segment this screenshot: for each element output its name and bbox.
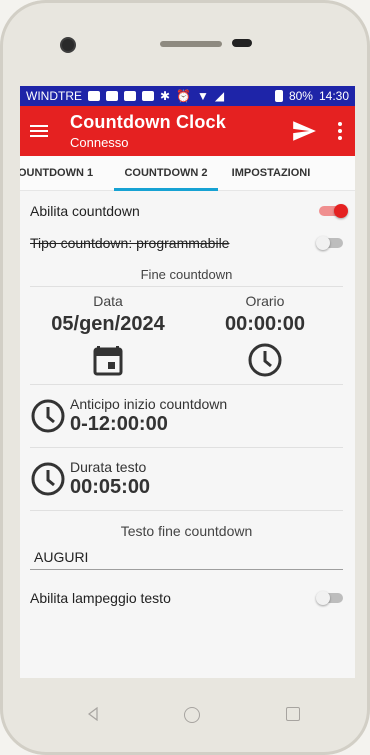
send-icon[interactable] — [291, 118, 317, 144]
wifi-icon: ▼ — [197, 89, 209, 103]
hamburger-menu-icon[interactable] — [30, 124, 50, 138]
cell-signal-icon: ◢ — [214, 89, 225, 103]
tab-label: COUNTDOWN 2 — [124, 167, 208, 179]
clock-icon — [31, 399, 65, 433]
abilita-countdown-label: Abilita countdown — [30, 203, 140, 219]
durata-row[interactable]: Durata testo 00:05:00 — [30, 448, 343, 511]
battery-percent: 80% — [288, 89, 313, 103]
signal-icon — [106, 91, 118, 101]
notification-icon — [142, 91, 154, 101]
testo-fine-input[interactable]: AUGURI — [30, 549, 343, 570]
front-camera — [62, 39, 74, 51]
clock-icon[interactable] — [247, 342, 283, 378]
time-value[interactable]: 00:00:00 — [225, 313, 305, 336]
alarm-icon: ⏰ — [176, 89, 192, 103]
recents-nav-icon[interactable] — [286, 707, 300, 721]
tab-impostazioni[interactable]: IMPOSTAZIONI — [218, 156, 324, 190]
tab-countdown-2[interactable]: COUNTDOWN 2 — [114, 156, 218, 191]
overflow-menu-icon[interactable] — [337, 122, 343, 140]
tab-label: COUNTDOWN 1 — [20, 167, 94, 179]
back-nav-icon[interactable] — [86, 707, 100, 721]
active-tab-indicator — [114, 188, 218, 191]
home-nav-icon[interactable] — [184, 707, 200, 723]
tab-label: IMPOSTAZIONI — [231, 167, 311, 179]
tipo-countdown-toggle[interactable] — [316, 236, 343, 250]
clock-icon — [31, 462, 65, 496]
clock-time: 14:30 — [318, 89, 349, 103]
tipo-countdown-row: Tipo countdown: programmabile — [30, 227, 343, 259]
message-icon — [88, 91, 100, 101]
time-label: Orario — [245, 293, 285, 309]
countdown-2-settings: Abilita countdown Tipo countdown: progra… — [20, 195, 355, 606]
top-bezel — [0, 0, 370, 86]
connection-status: Connesso — [70, 135, 129, 150]
date-label: Data — [93, 293, 123, 309]
tab-bar: COUNTDOWN 1 COUNTDOWN 2 IMPOSTAZIONI — [20, 156, 355, 191]
durata-label: Durata testo — [70, 459, 147, 475]
tipo-countdown-label: Tipo countdown: programmabile — [30, 235, 230, 251]
bluetooth-icon: ✱ — [160, 89, 171, 103]
time-column: Orario 00:00:00 — [195, 293, 335, 378]
date-value[interactable]: 05/gen/2024 — [51, 313, 164, 336]
testo-fine-label: Testo fine countdown — [120, 523, 253, 539]
signal-icon — [124, 91, 136, 101]
fine-countdown-header: Fine countdown — [30, 267, 343, 287]
battery-icon — [274, 90, 283, 102]
tab-countdown-1[interactable]: COUNTDOWN 1 — [20, 156, 114, 190]
lampeggio-label: Abilita lampeggio testo — [30, 590, 171, 606]
phone-frame: WINDTRE ✱ ⏰ ▼ ◢ 80% 14:30 Countdown Cloc… — [0, 0, 370, 755]
status-bar: WINDTRE ✱ ⏰ ▼ ◢ 80% 14:30 — [20, 86, 355, 106]
anticipo-value: 0-12:00:00 — [70, 413, 168, 435]
lampeggio-row: Abilita lampeggio testo — [30, 590, 343, 606]
carrier-label: WINDTRE — [26, 89, 82, 103]
calendar-icon[interactable] — [90, 342, 126, 378]
anticipo-label: Anticipo inizio countdown — [70, 396, 228, 412]
date-time-picker: Data 05/gen/2024 Orario 00:00:00 — [30, 293, 343, 378]
proximity-sensor — [232, 39, 252, 47]
anticipo-row[interactable]: Anticipo inizio countdown 0-12:00:00 — [30, 385, 343, 448]
lampeggio-toggle[interactable] — [316, 591, 343, 605]
abilita-countdown-toggle[interactable] — [319, 204, 348, 218]
durata-value: 00:05:00 — [70, 476, 151, 498]
earpiece-speaker — [160, 41, 222, 47]
app-bar: Countdown Clock Connesso — [20, 106, 355, 156]
abilita-countdown-row: Abilita countdown — [30, 195, 348, 227]
app-title: Countdown Clock — [70, 112, 226, 132]
date-column: Data 05/gen/2024 — [38, 293, 178, 378]
screen: WINDTRE ✱ ⏰ ▼ ◢ 80% 14:30 Countdown Cloc… — [20, 86, 355, 678]
